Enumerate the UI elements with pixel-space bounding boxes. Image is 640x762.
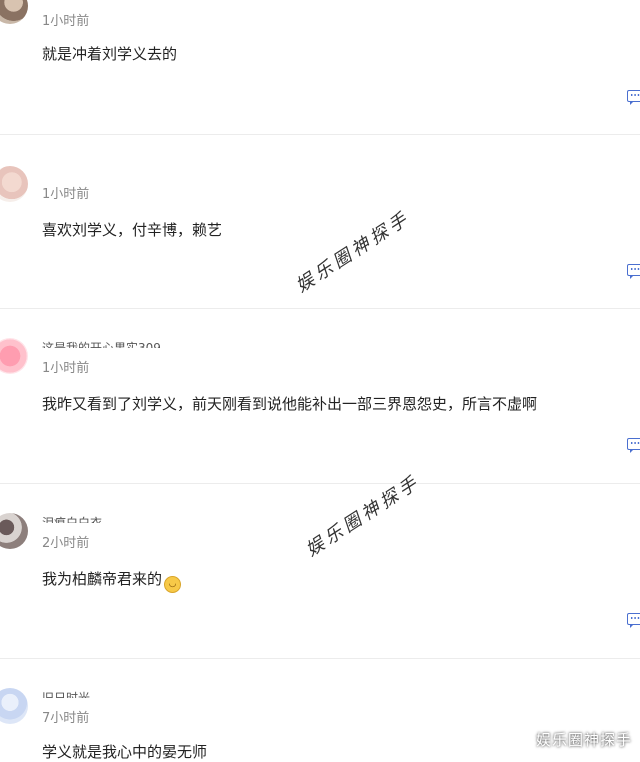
comment-username[interactable]: 泪痕白白衣	[42, 515, 102, 523]
comment-text: 学义就是我心中的晏无师	[42, 743, 208, 761]
comment-text: 我为柏麟帝君来的 ◡	[42, 568, 182, 593]
comment-time: 2小时前	[42, 536, 90, 551]
comment-text: 喜欢刘学义，付辛博，赖艺	[42, 221, 223, 239]
comment-time: 1小时前	[42, 187, 90, 202]
comment-text: 我昨又看到了刘学义，前天刚看到说他能补出一部三界恩怨史，所言不虚啊	[42, 395, 538, 413]
comment-username[interactable]: 这是我的开心果实309	[42, 340, 161, 348]
reply-icon[interactable]	[627, 90, 640, 105]
avatar[interactable]	[0, 688, 28, 724]
avatar[interactable]	[0, 338, 28, 374]
avatar[interactable]	[0, 0, 28, 24]
comment-text: 就是冲着刘学义去的	[42, 45, 178, 63]
reply-icon[interactable]	[627, 264, 640, 279]
reply-icon[interactable]	[627, 613, 640, 628]
avatar[interactable]	[0, 166, 28, 202]
avatar[interactable]	[0, 513, 28, 549]
corner-watermark: 娱乐圈神探手	[535, 731, 632, 749]
comment-username[interactable]: 旧日时光	[42, 690, 90, 698]
comment-time: 1小时前	[42, 361, 90, 376]
comment-text-content: 我为柏麟帝君来的	[42, 570, 163, 588]
grinning-face-icon: ◡	[164, 576, 182, 593]
comment-time: 1小时前	[42, 14, 90, 29]
comment-item: 泪痕白白衣 2小时前 我为柏麟帝君来的 ◡	[0, 483, 640, 659]
comment-time: 7小时前	[42, 711, 90, 726]
comment-item: 1小时前 就是冲着刘学义去的	[0, 0, 640, 135]
comment-item: 这是我的开心果实309 1小时前 我昨又看到了刘学义，前天刚看到说他能补出一部三…	[0, 308, 640, 484]
reply-icon[interactable]	[627, 438, 640, 453]
